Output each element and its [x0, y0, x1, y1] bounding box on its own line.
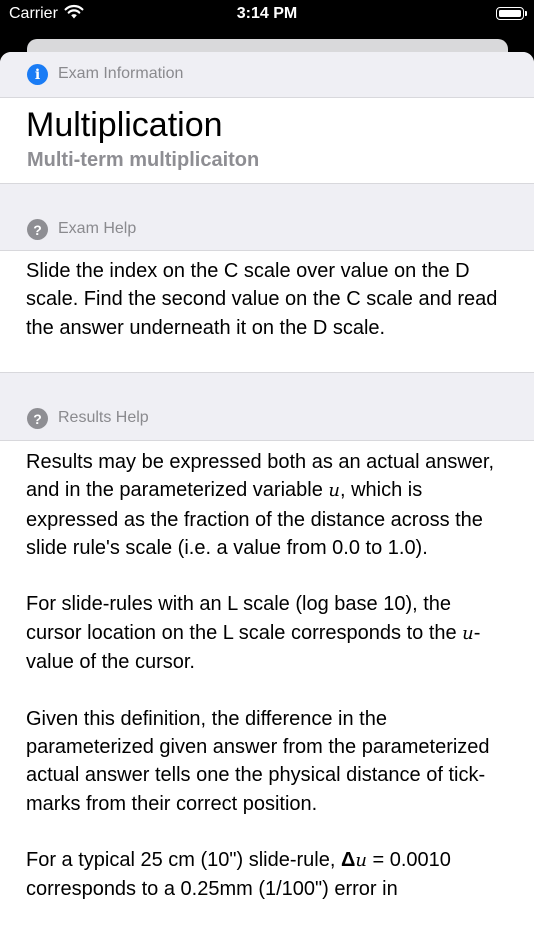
results-help-paragraph: For a typical 25 cm (10") slide-rule, Δu…	[26, 846, 508, 904]
status-bar: Carrier 3:14 PM	[0, 0, 534, 30]
question-icon: ?	[27, 408, 48, 429]
exam-help-header: ? Exam Help	[0, 184, 534, 251]
variable-u: u	[355, 850, 367, 872]
results-help-text[interactable]: Results may be expressed both as an actu…	[0, 441, 534, 904]
exam-sheet[interactable]: i Exam Information Multiplication Multi-…	[0, 52, 534, 950]
results-help-paragraph: Given this definition, the difference in…	[26, 707, 490, 815]
exam-help-label: Exam Help	[58, 220, 137, 237]
variable-u: u	[328, 480, 340, 502]
variable-u: u	[462, 622, 474, 644]
results-help-label: Results Help	[58, 409, 149, 426]
exam-title-block: Multiplication Multi-term multiplicaiton	[0, 98, 534, 184]
question-icon: ?	[27, 219, 48, 240]
text-span: For slide-rules with an L scale (log bas…	[26, 593, 463, 644]
text-span: Results may be expressed both as an actu…	[26, 451, 495, 502]
info-icon: i	[27, 64, 48, 85]
delta-symbol: Δ	[340, 849, 356, 872]
results-help-header: ? Results Help	[0, 373, 534, 441]
results-help-paragraph: Results may be expressed both as an actu…	[26, 448, 508, 562]
status-time: 3:14 PM	[236, 5, 298, 22]
results-help-paragraph: For slide-rules with an L scale (log bas…	[26, 590, 508, 676]
exam-title: Multiplication	[26, 106, 223, 144]
exam-information-header: i Exam Information	[0, 52, 534, 98]
exam-subtitle: Multi-term multiplicaiton	[27, 149, 260, 171]
exam-help-text: Slide the index on the C scale over valu…	[0, 251, 534, 373]
exam-information-label: Exam Information	[58, 65, 184, 82]
battery-icon	[496, 7, 527, 20]
text-span: For a typical 25 cm (10") slide-rule,	[26, 849, 341, 872]
